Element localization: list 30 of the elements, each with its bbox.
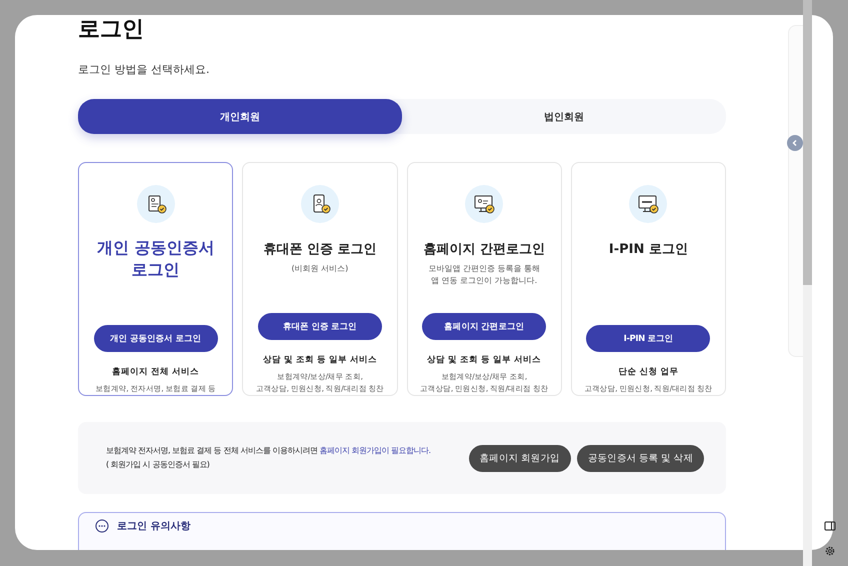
sidebar-icon[interactable] — [824, 520, 836, 532]
service-title: 상담 및 조회 등 일부 서비스 — [427, 354, 542, 366]
settings-icon[interactable] — [824, 545, 836, 557]
service-title: 단순 신청 업무 — [618, 366, 678, 378]
member-tab[interactable]: 법인회원 — [402, 99, 726, 134]
login-button[interactable]: I-PIN 로그인 — [586, 325, 710, 352]
info-text: 보험계약 전자서명, 보험료 결제 등 전체 서비스를 이용하시려면 홈페이지 회원가입이 필요합니다. ( 회원가입 시 공동인증서 필요) — [106, 445, 432, 471]
scrollbar-thumb[interactable] — [803, 0, 812, 285]
card-note: (비회원 서비스) — [291, 263, 348, 275]
login-button[interactable]: 개인 공동인증서 로그인 — [94, 325, 218, 352]
monitor-icon — [473, 193, 496, 215]
member-tab[interactable]: 개인회원 — [78, 99, 402, 134]
card-note: 모바일앱 간편인증 등록을 통해 앱 연동 로그인이 가능합니다. — [428, 263, 540, 287]
scrollbar[interactable] — [803, 0, 812, 566]
card-title: I-PIN 로그인 — [608, 241, 689, 259]
service-title: 홈페이지 전체 서비스 — [112, 366, 200, 378]
card-title: 개인 공동인증서 로그인 — [96, 237, 216, 281]
chevron-left-icon — [791, 139, 799, 147]
login-button[interactable]: 홈페이지 간편로그인 — [422, 313, 546, 340]
card-title: 홈페이지 간편로그인 — [422, 241, 546, 259]
login-button[interactable]: 휴대폰 인증 로그인 — [258, 313, 382, 340]
chat-dots-icon — [95, 519, 109, 533]
card-title: 휴대폰 인증 로그인 — [262, 241, 378, 259]
monitor-icon — [637, 193, 660, 215]
notice-title: 로그인 유의사항 — [117, 520, 190, 533]
page-subtitle: 로그인 방법을 선택하세요. — [78, 62, 210, 77]
action-button[interactable]: 홈페이지 회원가입 — [468, 444, 571, 472]
service-title: 상담 및 조회 등 일부 서비스 — [262, 354, 377, 366]
page-title: 로그인 — [78, 16, 145, 44]
action-button[interactable]: 공동인증서 등록 및 삭제 — [576, 444, 704, 472]
